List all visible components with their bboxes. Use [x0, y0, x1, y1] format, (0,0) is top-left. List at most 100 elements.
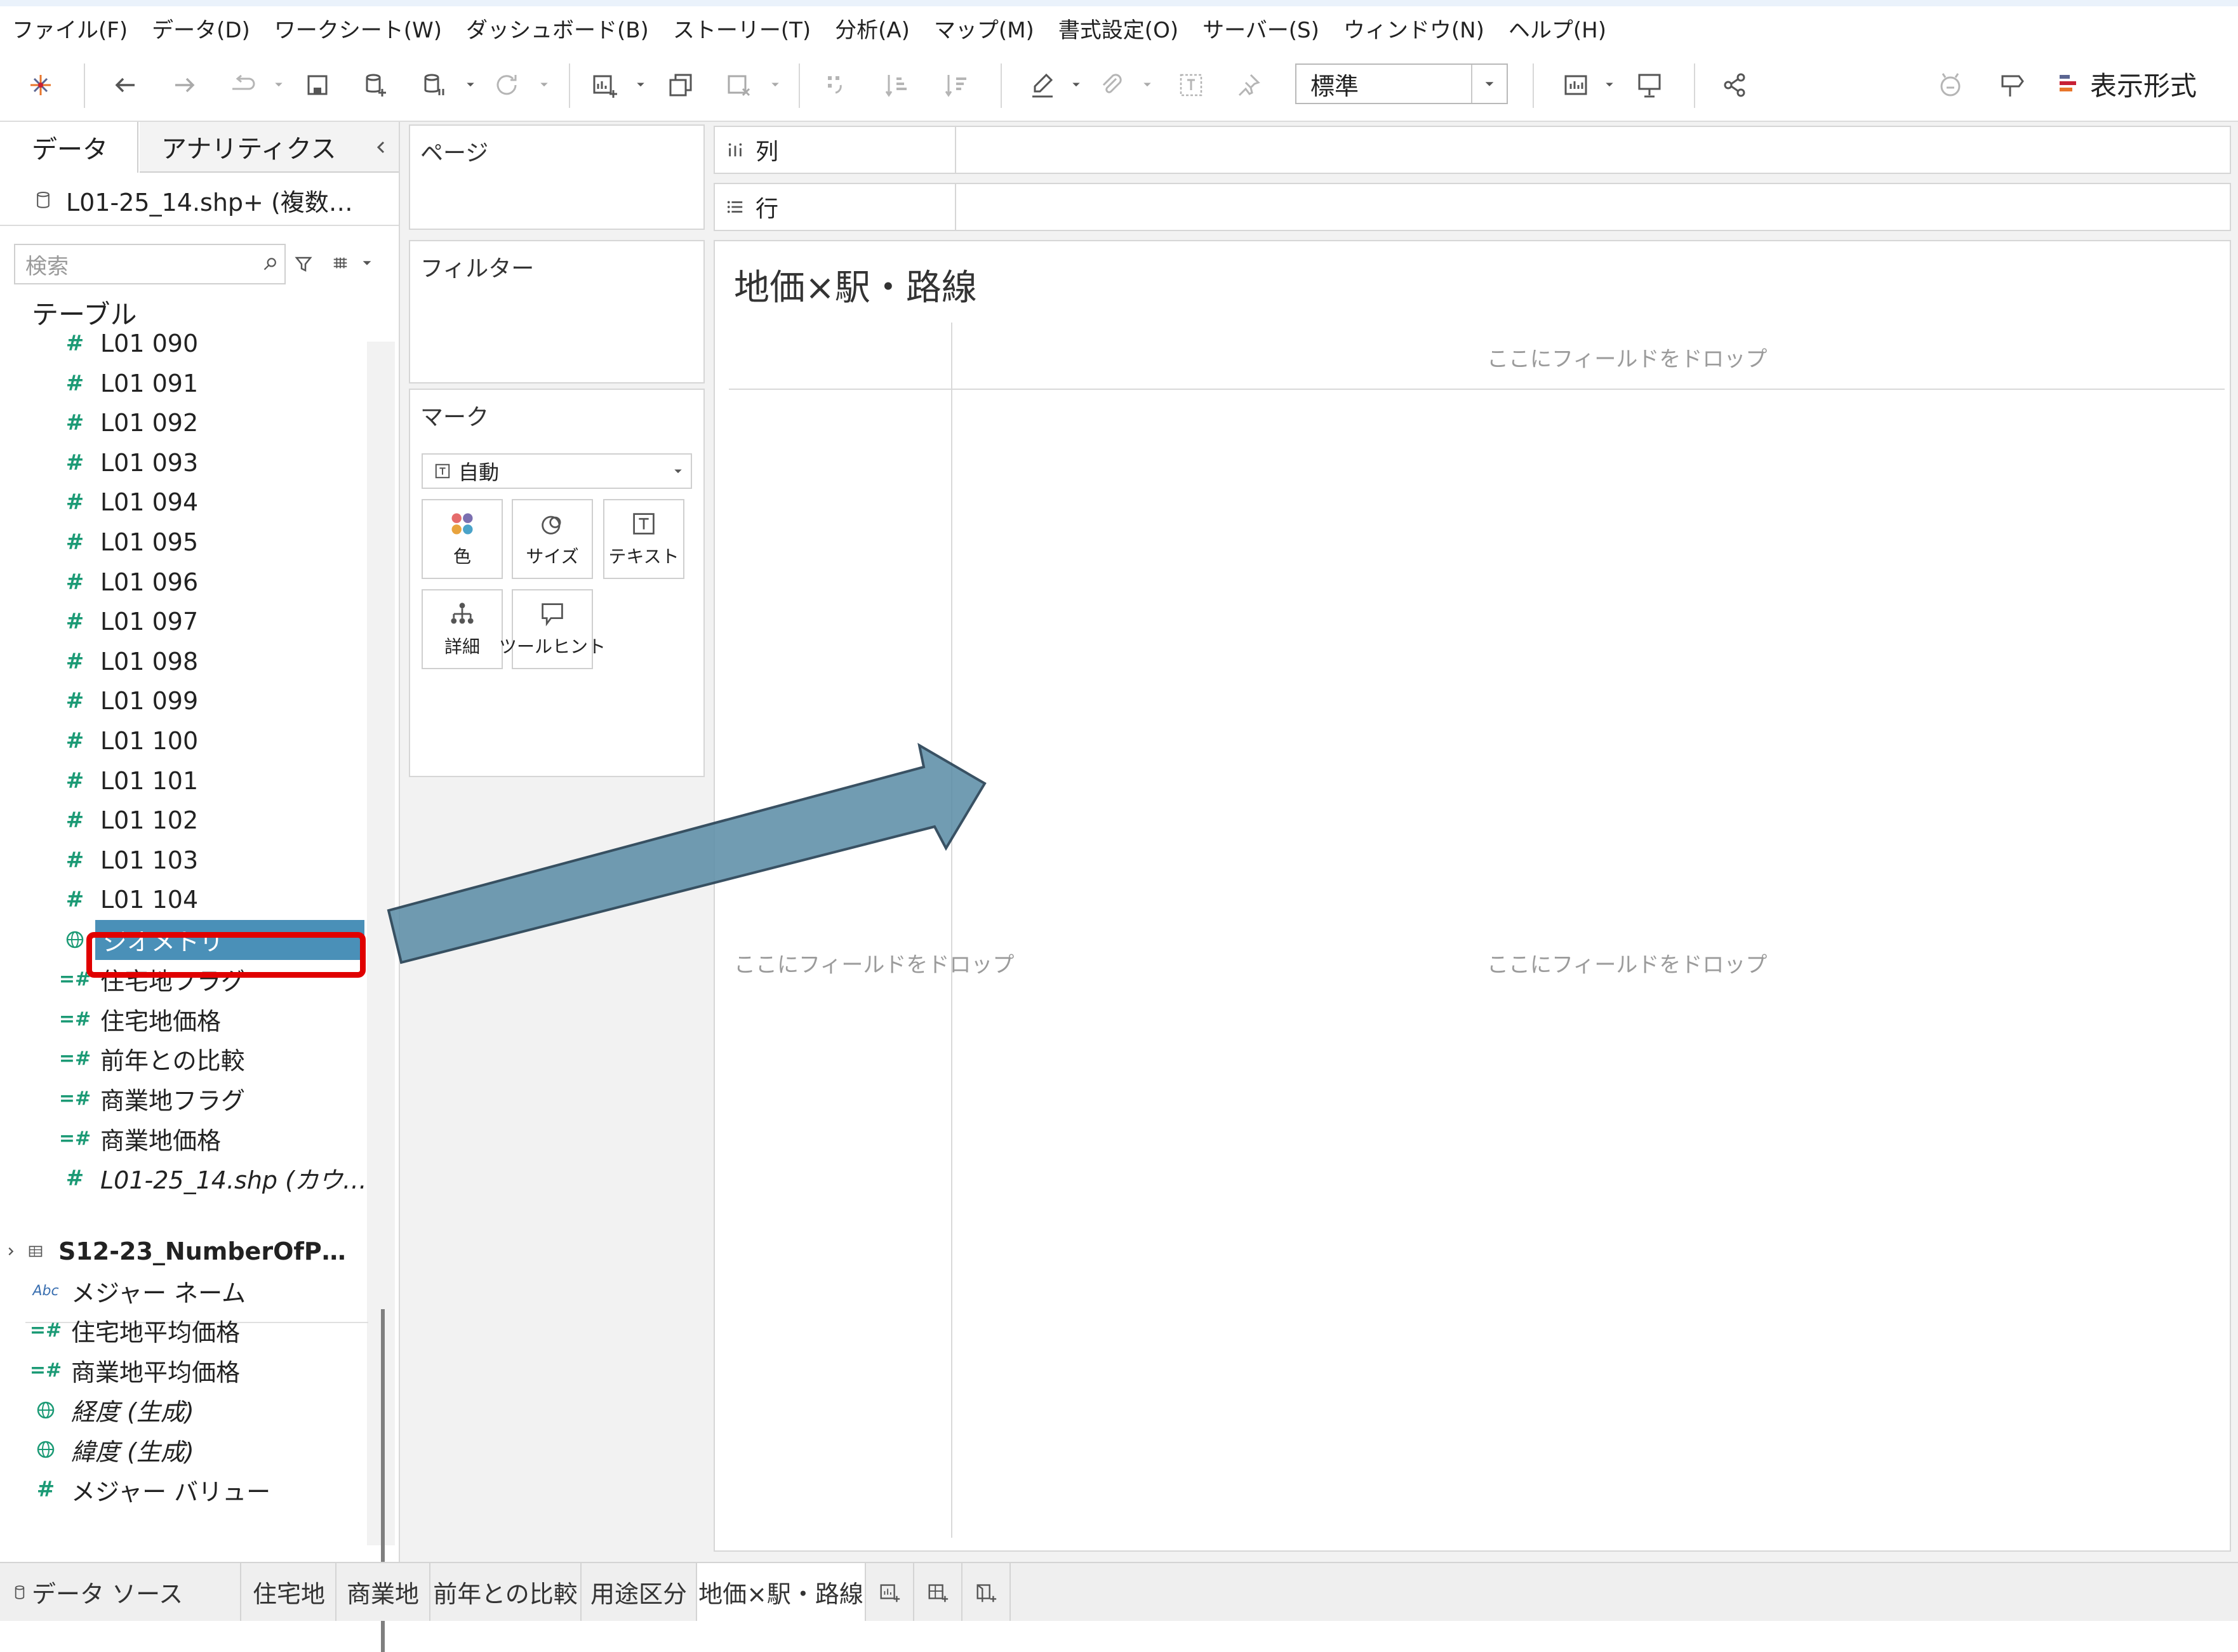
tab-sheet-active[interactable]: 地価×駅・路線	[697, 1563, 866, 1621]
rows-shelf[interactable]: 行	[714, 183, 2231, 231]
tab-data[interactable]: データ	[0, 122, 138, 173]
duplicate-sheet-icon[interactable]	[663, 67, 698, 103]
tableau-logo-icon[interactable]	[23, 67, 58, 103]
menu-file[interactable]: ファイル(F)	[0, 13, 140, 44]
show-cards-icon[interactable]	[1558, 67, 1594, 103]
chevron-down-icon[interactable]	[361, 256, 376, 272]
chevron-down-icon[interactable]	[1471, 65, 1507, 103]
chevron-right-icon[interactable]	[0, 1246, 22, 1257]
save-icon[interactable]	[300, 67, 335, 103]
field-item[interactable]: =# 前年との比較	[58, 1039, 427, 1079]
field-item[interactable]: =# 商業地フラグ	[58, 1079, 427, 1118]
field-item[interactable]: # メジャー バリュー	[29, 1470, 397, 1509]
field-item[interactable]: # L01 098	[58, 642, 427, 681]
chevron-down-icon[interactable]	[1069, 77, 1083, 91]
menu-server[interactable]: サーバー(S)	[1190, 13, 1331, 44]
view-options-icon[interactable]	[328, 250, 353, 278]
new-worksheet-tab-icon[interactable]	[866, 1563, 914, 1621]
swap-rows-columns-icon[interactable]	[819, 67, 855, 103]
tooltip-button[interactable]: ツールヒント	[499, 589, 606, 669]
field-item[interactable]: # L01 102	[58, 801, 427, 840]
tab-sheet[interactable]: 住宅地	[243, 1563, 336, 1621]
filters-card[interactable]: フィルター	[409, 240, 705, 383]
chevron-down-icon[interactable]	[768, 77, 782, 91]
new-worksheet-icon[interactable]	[587, 67, 622, 103]
menu-window[interactable]: ウィンドウ(N)	[1331, 13, 1496, 44]
show-me-button[interactable]: 表示形式	[2057, 61, 2197, 107]
chevron-down-icon[interactable]	[1602, 77, 1616, 91]
field-search-input[interactable]: 検索	[14, 244, 286, 284]
field-item[interactable]: Abc メジャー ネーム	[29, 1271, 397, 1310]
pages-card[interactable]: ページ	[409, 124, 705, 230]
field-item[interactable]: # L01 104	[58, 880, 427, 919]
field-item[interactable]: # L01 095	[58, 523, 427, 562]
highlight-icon[interactable]	[1025, 67, 1060, 103]
columns-shelf[interactable]: 列	[714, 126, 2231, 174]
share-icon[interactable]	[1717, 67, 1752, 103]
text-button[interactable]: テキスト	[603, 499, 684, 579]
sort-ascending-icon[interactable]	[880, 67, 916, 103]
field-item[interactable]: # L01 099	[58, 681, 427, 721]
chevron-down-icon[interactable]	[272, 77, 286, 91]
field-item[interactable]: # L01 101	[58, 761, 427, 801]
tab-sheet[interactable]: 用途区分	[582, 1563, 697, 1621]
drop-zone-columns[interactable]: ここにフィールドをドロップ	[1487, 342, 1767, 373]
field-item[interactable]: 緯度 (生成)	[29, 1430, 397, 1469]
datasource-item[interactable]: L01-25_14.shp+ (複数…	[0, 175, 399, 226]
field-item[interactable]: # L01 096	[58, 563, 427, 602]
drop-zone-view[interactable]: ここにフィールドをドロップ	[1487, 947, 1767, 978]
tab-analytics[interactable]: アナリティクス	[140, 122, 399, 173]
chevron-down-icon[interactable]	[634, 77, 648, 91]
fit-dropdown[interactable]: 標準	[1295, 63, 1508, 104]
menu-map[interactable]: マップ(M)	[922, 13, 1046, 44]
clear-sheet-icon[interactable]	[721, 67, 757, 103]
pin-icon[interactable]	[1230, 67, 1266, 103]
labels-icon[interactable]	[1173, 67, 1209, 103]
refresh-icon[interactable]	[489, 67, 524, 103]
field-item[interactable]: # L01 092	[58, 403, 427, 443]
menu-analysis[interactable]: 分析(A)	[823, 13, 922, 44]
tab-sheet[interactable]: 商業地	[336, 1563, 430, 1621]
menu-help[interactable]: ヘルプ(H)	[1496, 13, 1618, 44]
field-item[interactable]: =# 住宅地平均価格	[29, 1311, 397, 1350]
field-item[interactable]: =# 住宅地価格	[58, 999, 427, 1039]
field-item[interactable]: # L01 094	[58, 483, 427, 522]
menu-format[interactable]: 書式設定(O)	[1046, 13, 1190, 44]
filter-icon[interactable]	[291, 250, 316, 278]
new-story-tab-icon[interactable]	[962, 1563, 1011, 1621]
field-item[interactable]: # L01 100	[58, 721, 427, 761]
tab-datasource[interactable]: データ ソース	[0, 1563, 241, 1621]
field-item[interactable]: # L01 097	[58, 602, 427, 641]
menu-worksheet[interactable]: ワークシート(W)	[262, 13, 454, 44]
sort-descending-icon[interactable]	[940, 67, 975, 103]
chevron-down-icon[interactable]	[463, 77, 477, 91]
mark-type-dropdown[interactable]: 自動	[422, 453, 692, 489]
back-icon[interactable]	[108, 67, 143, 103]
pause-updates-icon[interactable]	[416, 67, 452, 103]
menu-story[interactable]: ストーリー(T)	[661, 13, 823, 44]
size-button[interactable]: サイズ	[512, 499, 593, 579]
group-paperclip-icon[interactable]	[1093, 67, 1129, 103]
field-item[interactable]: # L01-25_14.shp (カウ…	[58, 1159, 427, 1198]
replay-icon[interactable]	[225, 67, 260, 103]
table-header-s12[interactable]: S12-23_NumberOfP…	[0, 1232, 368, 1271]
ask-data-icon[interactable]	[1933, 67, 1968, 103]
field-item[interactable]: # L01 090	[58, 324, 427, 363]
field-item[interactable]: # L01 093	[58, 443, 427, 483]
menu-dashboard[interactable]: ダッシュボード(B)	[454, 13, 661, 44]
forward-icon[interactable]	[166, 67, 202, 103]
field-item[interactable]: 経度 (生成)	[29, 1390, 397, 1430]
field-item[interactable]: =# 商業地平均価格	[29, 1350, 397, 1390]
tooltip-signpost-icon[interactable]	[1994, 67, 2029, 103]
color-button[interactable]: 色	[422, 499, 503, 579]
collapse-pane-icon[interactable]	[371, 135, 390, 160]
field-item[interactable]: # L01 091	[58, 364, 427, 403]
field-item[interactable]: =# 商業地価格	[58, 1119, 427, 1158]
presentation-mode-icon[interactable]	[1632, 67, 1667, 103]
chevron-down-icon[interactable]	[1140, 77, 1154, 91]
new-dashboard-tab-icon[interactable]	[914, 1563, 962, 1621]
tab-sheet[interactable]: 前年との比較	[430, 1563, 582, 1621]
chevron-down-icon[interactable]	[537, 77, 551, 91]
detail-button[interactable]: 詳細	[422, 589, 503, 669]
field-item[interactable]: # L01 103	[58, 841, 427, 880]
